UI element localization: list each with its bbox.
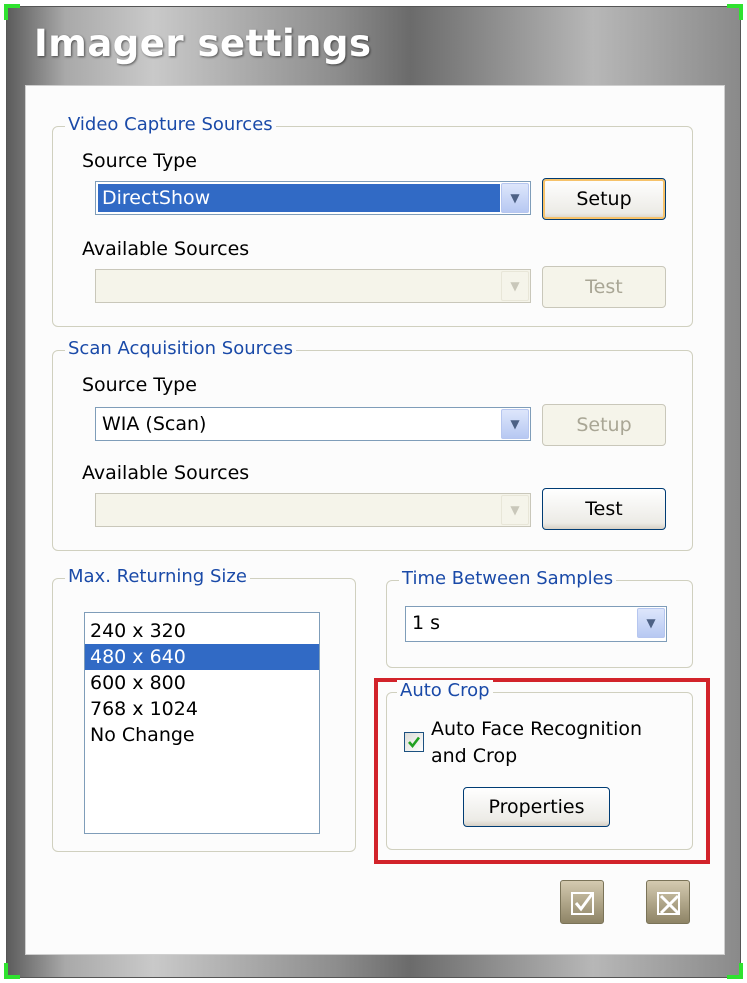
auto-face-recognition-label-line2: and Crop: [431, 745, 518, 767]
list-item[interactable]: 600 x 800: [85, 670, 319, 696]
scan-source-type-value: WIA (Scan): [102, 413, 207, 435]
corner-marker: [727, 975, 743, 979]
auto-crop-legend: Auto Crop: [397, 680, 493, 701]
video-capture-legend: Video Capture Sources: [65, 114, 276, 135]
scan-acquisition-legend: Scan Acquisition Sources: [65, 338, 296, 359]
video-test-button[interactable]: Test: [542, 266, 666, 308]
scan-test-button[interactable]: Test: [542, 488, 666, 530]
video-source-type-select[interactable]: DirectShow ▼: [95, 181, 531, 215]
time-between-samples-select[interactable]: 1 s ▼: [405, 606, 667, 642]
chevron-down-icon[interactable]: ▼: [637, 608, 665, 638]
video-available-sources-select[interactable]: ▼: [95, 269, 531, 303]
video-source-type-value: DirectShow: [98, 184, 500, 212]
scan-setup-button[interactable]: Setup: [542, 404, 666, 446]
list-item[interactable]: 240 x 320: [85, 618, 319, 644]
corner-marker: [727, 4, 743, 8]
time-between-samples-legend: Time Between Samples: [399, 568, 617, 589]
chevron-down-icon[interactable]: ▼: [501, 183, 529, 213]
max-returning-size-list[interactable]: 240 x 320 480 x 640 600 x 800 768 x 1024…: [84, 612, 320, 834]
corner-marker: [4, 4, 20, 8]
video-available-sources-label: Available Sources: [82, 238, 250, 260]
auto-face-recognition-checkbox[interactable]: [404, 732, 424, 752]
time-between-samples-value: 1 s: [412, 612, 441, 634]
auto-face-recognition-label-line1: Auto Face Recognition: [431, 718, 643, 740]
window-title: Imager settings: [34, 22, 372, 65]
ok-button[interactable]: [560, 880, 604, 924]
video-available-sources-value: [98, 272, 500, 300]
scan-source-type-label: Source Type: [82, 374, 197, 396]
scan-available-sources-value: [98, 496, 500, 524]
video-setup-button[interactable]: Setup: [542, 178, 666, 220]
cancel-button[interactable]: [646, 880, 690, 924]
chevron-down-icon[interactable]: ▼: [501, 495, 529, 525]
scan-available-sources-select[interactable]: ▼: [95, 493, 531, 527]
checkbox-cross-icon: [657, 892, 680, 915]
checkmark-icon: [408, 736, 421, 749]
video-source-type-label: Source Type: [82, 150, 197, 172]
chevron-down-icon[interactable]: ▼: [501, 271, 529, 301]
scan-source-type-select[interactable]: WIA (Scan) ▼: [95, 407, 531, 441]
max-returning-size-legend: Max. Returning Size: [65, 566, 250, 587]
list-item[interactable]: 480 x 640: [85, 644, 319, 670]
corner-marker: [4, 975, 20, 979]
list-item[interactable]: No Change: [85, 722, 319, 748]
properties-button[interactable]: Properties: [463, 787, 610, 827]
checkbox-check-icon: [571, 892, 594, 915]
chevron-down-icon[interactable]: ▼: [501, 409, 529, 439]
scan-available-sources-label: Available Sources: [82, 462, 250, 484]
list-item[interactable]: 768 x 1024: [85, 696, 319, 722]
